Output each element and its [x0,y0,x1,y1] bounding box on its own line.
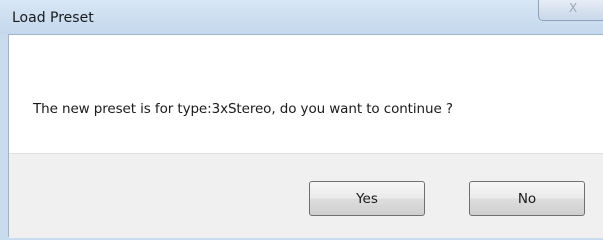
button-area: Yes No [9,153,603,238]
yes-button[interactable]: Yes [309,181,425,216]
dialog-client-area: The new preset is for type:3xStereo, do … [8,34,603,238]
message-area: The new preset is for type:3xStereo, do … [9,35,603,153]
dialog-window: Load Preset X The new preset is for type… [0,0,603,240]
dialog-message: The new preset is for type:3xStereo, do … [33,101,453,117]
no-button[interactable]: No [469,181,585,216]
close-button[interactable]: X [538,0,603,21]
title-bar[interactable]: Load Preset X [0,0,603,34]
dialog-title: Load Preset [12,10,94,26]
close-icon: X [569,1,578,15]
